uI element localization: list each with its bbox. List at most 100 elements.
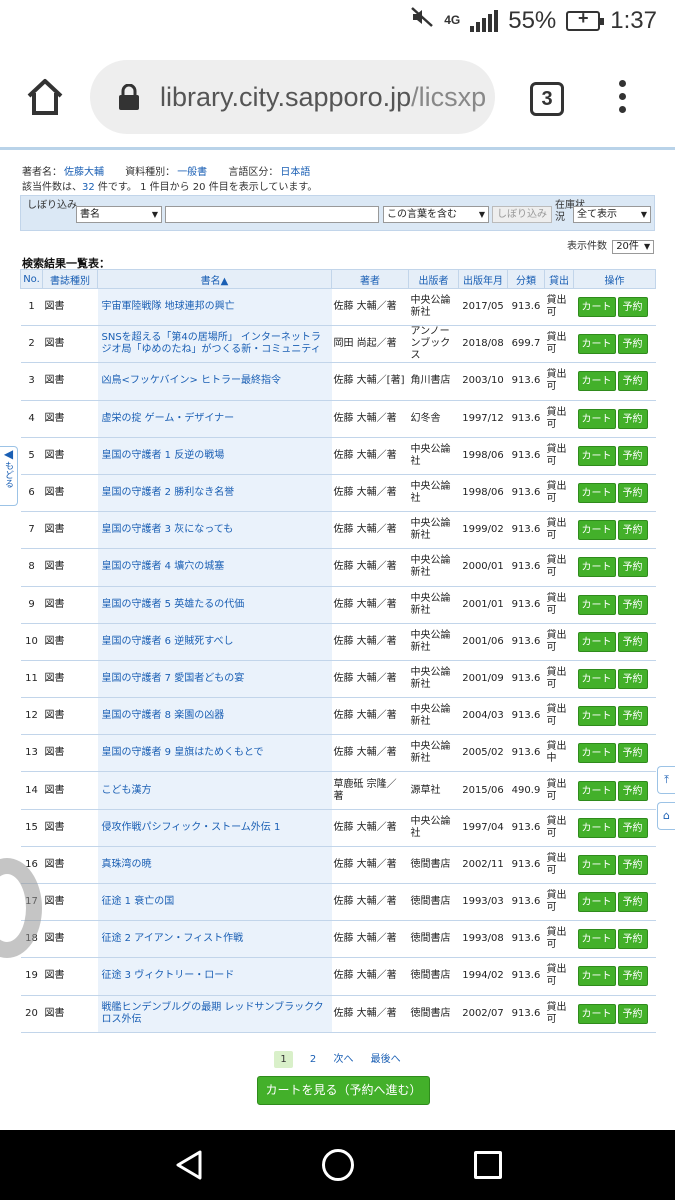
add-to-cart-button[interactable]: カート (577, 520, 616, 541)
row-year: 2003/10 (458, 362, 508, 401)
row-class: 913.6 (507, 995, 545, 1033)
reserve-button[interactable]: 予約 (617, 445, 648, 466)
add-to-cart-button[interactable]: カート (577, 817, 616, 838)
row-title-link[interactable]: 皇国の守護者 7 愛国者どもの宴 (97, 660, 332, 699)
row-title-link[interactable]: 侵攻作戦パシフィック・ストーム外伝 1 (97, 809, 332, 847)
reserve-button[interactable]: 予約 (617, 668, 648, 689)
reserve-button[interactable]: 予約 (617, 520, 648, 541)
row-title-link[interactable]: 皇国の守護者 9 皇旗はためくもとで (97, 734, 332, 773)
home-icon[interactable] (24, 76, 66, 118)
reserve-button[interactable]: 予約 (617, 297, 648, 318)
last-page-link[interactable]: 最後へ (371, 1050, 401, 1065)
back-triangle-icon[interactable] (174, 1149, 204, 1181)
row-lend-status: 貸出可 (544, 623, 574, 661)
row-title-link[interactable]: 征途 1 衰亡の国 (97, 883, 332, 922)
header-title[interactable]: 書名▲ (97, 269, 332, 289)
add-to-cart-button[interactable]: カート (577, 297, 616, 318)
more-menu-icon[interactable] (614, 80, 630, 118)
add-to-cart-button[interactable]: カート (577, 668, 616, 689)
row-lend-status: 貸出可 (544, 548, 574, 587)
scroll-top-button[interactable]: ⤒ (657, 766, 675, 794)
header-class[interactable]: 分類 (507, 269, 545, 289)
row-title-link[interactable]: 皇国の守護者 8 楽園の凶器 (97, 697, 332, 736)
reserve-button[interactable]: 予約 (617, 334, 648, 355)
add-to-cart-button[interactable]: カート (577, 780, 616, 801)
reserve-button[interactable]: 予約 (617, 966, 648, 987)
row-title-link[interactable]: 宇宙軍陸戦隊 地球連邦の興亡 (97, 288, 332, 327)
next-page-link[interactable]: 次へ (333, 1050, 353, 1065)
row-number: 6 (20, 474, 43, 513)
row-year: 2000/01 (458, 548, 508, 587)
row-title-link[interactable]: 戦艦ヒンデンブルグの最期 レッドサンブラッククロス外伝 (97, 995, 332, 1033)
row-title-link[interactable]: 征途 2 アイアン・フィスト作戦 (97, 920, 332, 959)
reserve-button[interactable]: 予約 (617, 483, 648, 504)
page-2-link[interactable]: 2 (310, 1054, 316, 1065)
reserve-button[interactable]: 予約 (617, 706, 648, 727)
reserve-button[interactable]: 予約 (617, 743, 648, 764)
author-condition-value: 佐藤大輔 (64, 167, 104, 178)
add-to-cart-button[interactable]: カート (577, 557, 616, 578)
reserve-button[interactable]: 予約 (617, 594, 648, 615)
row-class: 490.9 (507, 771, 545, 810)
filter-mode-select[interactable]: この言葉を含む ▼ (383, 206, 489, 223)
row-title-link[interactable]: 皇国の守護者 5 英雄たるの代価 (97, 586, 332, 624)
add-to-cart-button[interactable]: カート (577, 966, 616, 987)
reserve-button[interactable]: 予約 (617, 780, 648, 801)
add-to-cart-button[interactable]: カート (577, 371, 616, 392)
row-author: 佐藤 大輔／著 (331, 957, 409, 996)
header-author[interactable]: 著者 (331, 269, 409, 289)
home-page-button[interactable]: ⌂ (657, 802, 675, 830)
row-title-link[interactable]: 皇国の守護者 3 灰になっても (97, 511, 332, 550)
add-to-cart-button[interactable]: カート (577, 334, 616, 355)
reserve-button[interactable]: 予約 (617, 929, 648, 950)
address-bar[interactable]: library.city.sapporo.jp/licsxp (90, 60, 495, 134)
status-bar: 4G 55% + 1:37 (0, 0, 675, 44)
add-to-cart-button[interactable]: カート (577, 1003, 616, 1024)
filter-text-input[interactable] (165, 206, 379, 223)
reserve-button[interactable]: 予約 (617, 817, 648, 838)
stock-select[interactable]: 全て表示 ▼ (573, 206, 651, 223)
reserve-button[interactable]: 予約 (617, 408, 648, 429)
reserve-button[interactable]: 予約 (617, 854, 648, 875)
row-kind: 図書 (42, 288, 98, 327)
add-to-cart-button[interactable]: カート (577, 408, 616, 429)
recent-apps-icon[interactable] (474, 1151, 502, 1179)
add-to-cart-button[interactable]: カート (577, 445, 616, 466)
row-title-link[interactable]: 真珠湾の暁 (97, 846, 332, 885)
reserve-button[interactable]: 予約 (617, 557, 648, 578)
row-title-link[interactable]: 皇国の守護者 2 勝利なき名誉 (97, 474, 332, 513)
add-to-cart-button[interactable]: カート (577, 631, 616, 652)
row-title-link[interactable]: 凶鳥<フッケバイン> ヒトラー最終指令 (97, 362, 332, 401)
tab-switcher-button[interactable]: 3 (530, 82, 564, 116)
header-kind[interactable]: 書誌種別 (42, 269, 98, 289)
add-to-cart-button[interactable]: カート (577, 483, 616, 504)
filter-field-select[interactable]: 書名 ▼ (76, 206, 162, 223)
reserve-button[interactable]: 予約 (617, 631, 648, 652)
row-title-link[interactable]: 征途 3 ヴィクトリー・ロード (97, 957, 332, 996)
reserve-button[interactable]: 予約 (617, 1003, 648, 1024)
home-circle-icon[interactable] (322, 1149, 354, 1181)
add-to-cart-button[interactable]: カート (577, 743, 616, 764)
reserve-button[interactable]: 予約 (617, 371, 648, 392)
display-count-select[interactable]: 20件 ▼ (612, 240, 655, 254)
add-to-cart-button[interactable]: カート (577, 892, 616, 913)
filter-button[interactable]: しぼり込み (492, 206, 552, 223)
author-condition-label: 著者名： (22, 167, 62, 178)
header-publisher[interactable]: 出版者 (408, 269, 459, 289)
reserve-button[interactable]: 予約 (617, 892, 648, 913)
row-title-link[interactable]: 虚栄の掟 ゲーム・デザイナー (97, 400, 332, 438)
row-title-link[interactable]: 皇国の守護者 1 反逆の戦場 (97, 437, 332, 475)
row-title-link[interactable]: SNSを超える「第4の居場所」 インターネットラジオ局「ゆめのたね」がつくる新・… (97, 325, 332, 364)
row-title-link[interactable]: 皇国の守護者 4 壙穴の城塞 (97, 548, 332, 587)
header-year[interactable]: 出版年月 (458, 269, 508, 289)
view-cart-button[interactable]: カートを見る（予約へ進む） (257, 1076, 430, 1105)
add-to-cart-button[interactable]: カート (577, 854, 616, 875)
row-operations: カート 予約 (573, 771, 656, 810)
add-to-cart-button[interactable]: カート (577, 594, 616, 615)
back-side-tab[interactable]: ◀ もどる (0, 446, 18, 506)
add-to-cart-button[interactable]: カート (577, 929, 616, 950)
add-to-cart-button[interactable]: カート (577, 706, 616, 727)
row-title-link[interactable]: こども漢方 (97, 771, 332, 810)
row-title-link[interactable]: 皇国の守護者 6 逆賊死すべし (97, 623, 332, 661)
row-author: 佐藤 大輔／著 (331, 846, 409, 885)
